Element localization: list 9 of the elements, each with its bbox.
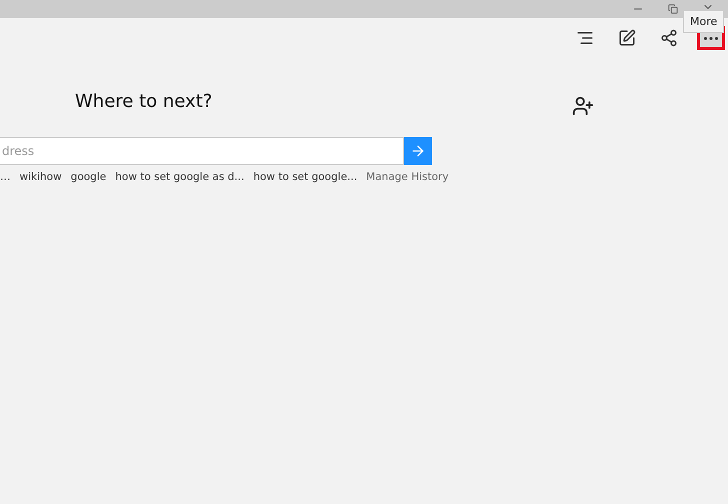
suggestion-link[interactable]: google — [70, 171, 106, 183]
suggestion-link[interactable]: wikihow — [20, 171, 62, 183]
manage-history-link[interactable]: Manage History — [366, 171, 449, 183]
address-field[interactable]: dress — [0, 137, 404, 165]
suggestion-link[interactable]: how to set google... — [253, 171, 358, 183]
tooltip: More — [683, 10, 724, 33]
heading: Where to next? — [75, 91, 214, 114]
suggestion-link[interactable]: … — [0, 171, 10, 183]
suggestion-link[interactable]: how to set google as d... — [115, 171, 244, 183]
